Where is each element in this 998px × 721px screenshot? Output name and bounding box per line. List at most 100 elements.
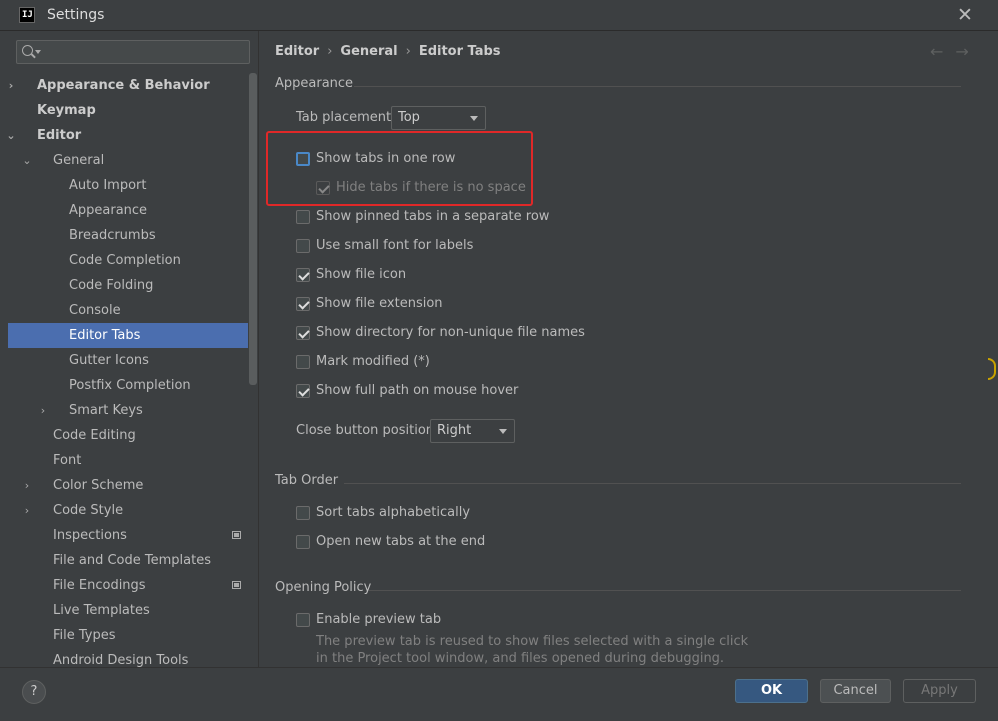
tab-placement-select[interactable]: Top [391,106,486,130]
cancel-button[interactable]: Cancel [820,679,891,703]
chevron-right-icon[interactable]: › [8,73,18,98]
checkbox[interactable] [296,152,310,166]
close-button-position-select[interactable]: Right [430,419,515,443]
chevron-down-icon [499,429,507,434]
tree-item[interactable]: File and Code Templates [8,548,248,573]
tree-item-label: Code Style [53,503,124,518]
forward-arrow-icon[interactable]: → [955,42,980,61]
tree-item[interactable]: Font [8,448,248,473]
tree-item[interactable]: Postfix Completion [8,373,248,398]
checkbox-label: Sort tabs alphabetically [316,505,471,520]
preview-tab-help-line-1: The preview tab is reused to show files … [316,634,749,649]
checkbox-label: Show pinned tabs in a separate row [316,209,550,224]
sidebar-scrollbar[interactable] [249,73,257,385]
tree-item-label: Code Completion [69,253,181,268]
tree-item[interactable]: ⌄ Editor [8,123,248,148]
tree-item-label: Gutter Icons [69,353,149,368]
breadcrumb-item[interactable]: Editor [275,44,319,59]
tree-item-label: Breadcrumbs [69,228,156,243]
tree-item[interactable]: › Smart Keys [8,398,248,423]
checkbox [316,181,330,195]
checkbox[interactable] [296,535,310,549]
tree-item[interactable]: ⌄ General [8,148,248,173]
tree-item-label: Code Folding [69,278,154,293]
checkbox-label: Hide tabs if there is no space [336,180,526,195]
tree-item-label: Auto Import [69,178,147,193]
checkbox[interactable] [296,506,310,520]
ok-button[interactable]: OK [735,679,808,703]
tree-item[interactable]: Code Editing [8,423,248,448]
chevron-right-icon[interactable]: › [20,473,34,498]
close-icon[interactable]: ✕ [952,3,978,27]
tree-item-label: Inspections [53,528,127,543]
section-divider [369,590,961,591]
checkbox-label: Show tabs in one row [316,151,456,166]
checkbox-label: Show directory for non-unique file names [316,325,585,340]
preview-tab-help-line-2: in the Project tool window, and files op… [316,651,725,666]
help-button[interactable]: ? [22,680,46,704]
chevron-right-icon[interactable]: › [20,498,34,523]
breadcrumb: Editor › General › Editor Tabs [275,44,501,59]
tree-item[interactable]: Live Templates [8,598,248,623]
tree-item[interactable]: File Encodings [8,573,248,598]
tree-item[interactable]: Editor Tabs [8,323,248,348]
checkbox-label: Show file icon [316,267,407,282]
checkbox-label: Show full path on mouse hover [316,383,519,398]
close-button-position-value: Right [437,423,472,438]
tab-placement-value: Top [398,110,420,125]
tree-item-label: Appearance [69,203,148,218]
tree-item[interactable]: Inspections [8,523,248,548]
tree-item[interactable]: Gutter Icons [8,348,248,373]
checkbox[interactable] [296,326,310,340]
back-arrow-icon[interactable]: ← [930,42,955,61]
tree-item[interactable]: Code Completion [8,248,248,273]
tree-item-label: Keymap [37,103,96,118]
tree-item[interactable]: Keymap [8,98,248,123]
tree-item[interactable]: › Color Scheme [8,473,248,498]
window-title: Settings [47,7,105,23]
search-input[interactable] [16,40,250,64]
close-button-position-label: Close button position: [296,423,439,438]
section-divider [344,483,961,484]
chevron-down-icon[interactable]: ⌄ [20,148,34,173]
section-title-appearance: Appearance [275,76,354,91]
title-bar: IJ Settings ✕ [0,0,998,31]
tree-item[interactable]: › Code Style [8,498,248,523]
checkbox[interactable] [296,210,310,224]
tree-item-label: General [53,153,105,168]
settings-sidebar: › Appearance & Behavior Keymap ⌄ Editor ⌄ Gene… [8,31,258,667]
project-scope-icon [232,531,241,539]
tree-item[interactable]: Console [8,298,248,323]
tree-item-label: Color Scheme [53,478,144,493]
tree-item[interactable]: Breadcrumbs [8,223,248,248]
checkbox-label: Open new tabs at the end [316,534,486,549]
tree-item[interactable]: Auto Import [8,173,248,198]
tree-item[interactable]: Android Design Tools [8,648,248,667]
tree-item-label: Appearance & Behavior [37,78,210,93]
checkbox[interactable] [296,384,310,398]
breadcrumb-separator: › [327,44,333,59]
checkbox-label: Enable preview tab [316,612,442,627]
tree-item-label: Editor Tabs [69,328,141,343]
chevron-right-icon[interactable]: › [36,398,50,423]
breadcrumb-item[interactable]: General [340,44,397,59]
apply-button[interactable]: Apply [903,679,976,703]
chevron-down-icon [470,116,478,121]
checkbox[interactable] [296,613,310,627]
tree-item[interactable]: › Appearance & Behavior [8,73,248,98]
tree-item[interactable]: Appearance [8,198,248,223]
section-title-tab-order: Tab Order [275,473,339,488]
section-divider [354,86,961,87]
tree-item[interactable]: File Types [8,623,248,648]
checkbox[interactable] [296,239,310,253]
tree-item-label: Postfix Completion [69,378,191,393]
breadcrumb-item: Editor Tabs [418,44,501,59]
chevron-down-icon[interactable]: ⌄ [8,123,18,148]
tree-item[interactable]: Code Folding [8,273,248,298]
tree-item-label: Font [53,453,82,468]
checkbox[interactable] [296,297,310,311]
checkbox[interactable] [296,268,310,282]
breadcrumb-separator: › [405,44,411,59]
chevron-down-icon[interactable] [35,50,41,54]
checkbox[interactable] [296,355,310,369]
